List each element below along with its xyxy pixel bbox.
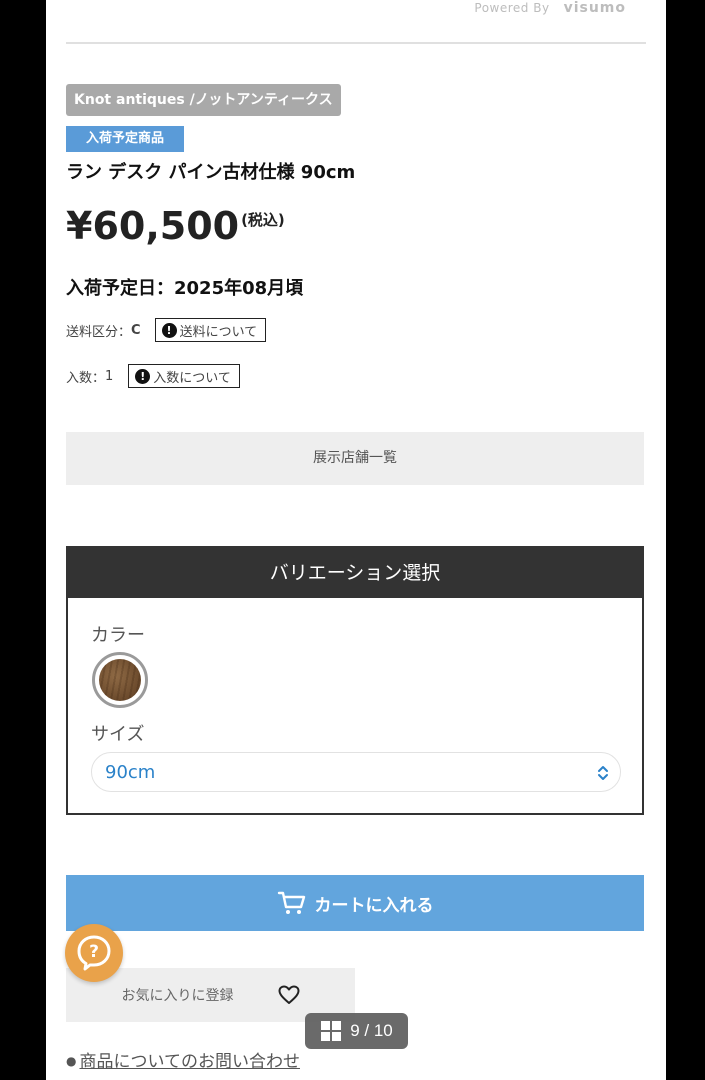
shipping-class: C	[131, 322, 141, 338]
contact-link[interactable]: ● 商品についてのお問い合わせ	[66, 1047, 300, 1072]
quantity-row: 入数： 1 ! 入数について	[66, 364, 240, 388]
wood-swatch	[99, 659, 141, 701]
color-label: カラー	[91, 625, 145, 646]
variation-heading: バリエーション選択	[68, 548, 642, 598]
bullet: ●	[66, 1054, 77, 1068]
powered-by-label: Powered By	[474, 1, 550, 15]
page-counter[interactable]: 9 / 10	[305, 1013, 408, 1049]
help-icon: ?	[77, 935, 111, 971]
tax-note: (税込)	[241, 211, 285, 229]
powered-by: Powered By visumo	[474, 0, 626, 16]
add-to-cart-button[interactable]: カートに入れる	[66, 875, 644, 931]
cart-icon	[277, 891, 305, 914]
grid-icon	[321, 1021, 342, 1041]
quantity-info-button[interactable]: ! 入数について	[128, 364, 240, 388]
page-counter-label: 9 / 10	[350, 1021, 393, 1040]
color-swatch-wood[interactable]	[92, 652, 148, 708]
divider	[66, 42, 646, 44]
size-selected-value: 90cm	[105, 762, 156, 783]
heart-icon	[278, 985, 299, 1004]
quantity-info-label: 入数について	[153, 370, 231, 386]
exclamation-icon: !	[161, 322, 177, 338]
variation-panel: バリエーション選択 カラー サイズ 90cm	[66, 546, 644, 815]
status-badge: 入荷予定商品	[66, 126, 184, 152]
product-title: ラン デスク パイン古材仕様 90cm	[66, 162, 356, 183]
exclamation-icon: !	[135, 368, 151, 384]
shipping-label: 送料区分：	[66, 324, 132, 340]
quantity-label: 入数：	[66, 370, 106, 386]
price-amount: ¥60,500	[66, 204, 240, 248]
brand-tag[interactable]: Knot antiques /ノットアンティークス	[66, 84, 341, 116]
shipping-row: 送料区分： C ! 送料について	[66, 318, 267, 342]
product-page: Powered By visumo Knot antiques /ノットアンティー…	[46, 0, 666, 1080]
size-select[interactable]: 90cm	[91, 752, 621, 792]
store-list-button[interactable]: 展示店舗一覧	[66, 432, 644, 485]
help-button[interactable]: ?	[65, 924, 123, 982]
powered-by-brand: visumo	[563, 0, 626, 16]
contact-link-label: 商品についてのお問い合わせ	[79, 1052, 300, 1072]
quantity-value: 1	[105, 368, 114, 384]
arrival-date: 入荷予定日：2025年08月頃	[66, 278, 304, 299]
svg-text:?: ?	[89, 942, 99, 962]
size-label: サイズ	[91, 724, 145, 745]
favorite-label: お気に入りに登録	[121, 988, 234, 1004]
add-to-cart-label: カートに入れる	[314, 895, 434, 916]
shipping-info-button[interactable]: ! 送料について	[154, 318, 267, 342]
select-arrows-icon	[598, 766, 608, 780]
price: ¥60,500 (税込)	[66, 204, 285, 248]
shipping-info-label: 送料について	[179, 324, 258, 340]
